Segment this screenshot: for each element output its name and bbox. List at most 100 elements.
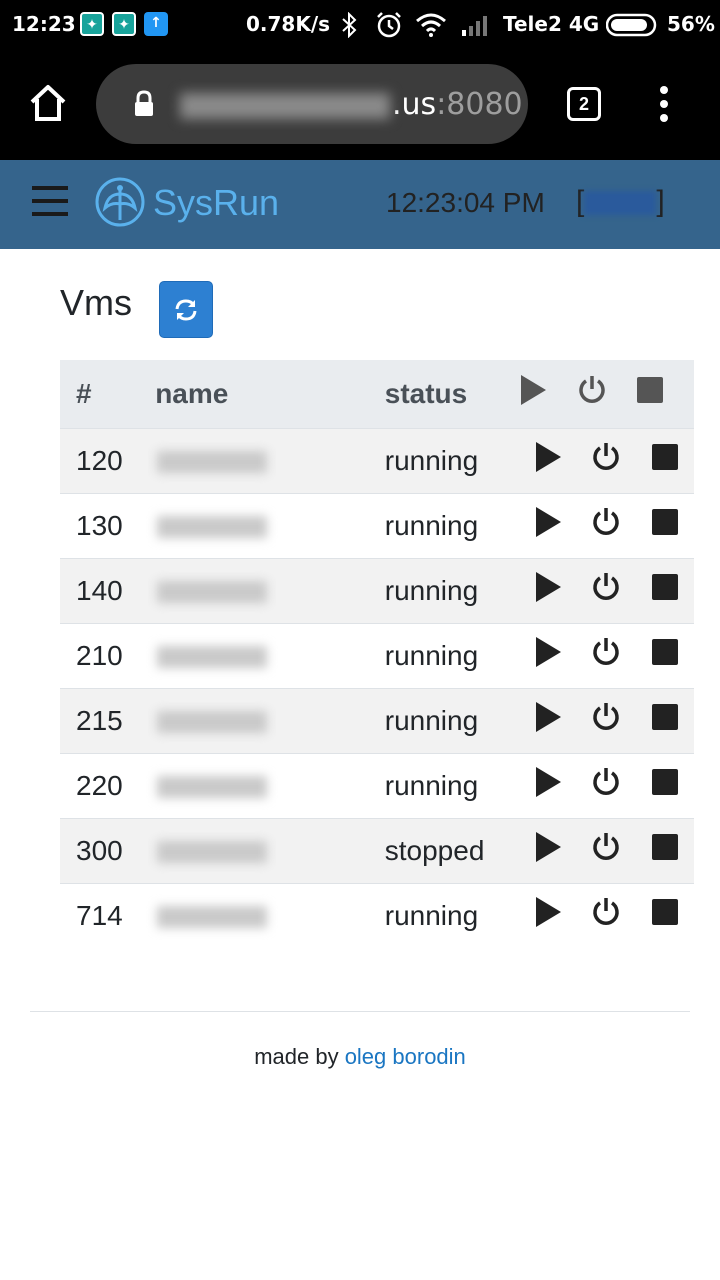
vms-table: # name status 120 running 130 running 140 run… (60, 360, 694, 948)
table-row: 140 running (60, 557, 694, 623)
status-bar: 12:23 ✦ ✦ ↑ 0.78K/s Tele2 4G 56% (0, 0, 720, 50)
play-icon (536, 702, 562, 732)
app-navbar: SysRun 12:23:04 PM [] (0, 160, 720, 249)
vm-name[interactable] (155, 817, 385, 883)
column-header-number: # (60, 360, 156, 428)
start-vm-button[interactable] (518, 687, 578, 753)
shutdown-vm-button[interactable] (577, 492, 636, 558)
power-icon (593, 703, 620, 730)
header-stop-icon (635, 360, 694, 428)
vm-name-redacted (157, 906, 268, 929)
refresh-button[interactable] (159, 281, 213, 338)
shutdown-vm-button[interactable] (577, 427, 636, 493)
home-icon[interactable] (28, 84, 68, 122)
play-icon (536, 767, 562, 797)
tab-switcher-button[interactable]: 2 (567, 87, 601, 121)
stop-icon (651, 834, 678, 860)
vm-id: 140 (60, 557, 156, 623)
vm-name[interactable] (155, 687, 385, 753)
stop-vm-button[interactable] (635, 557, 694, 623)
alarm-icon (377, 12, 401, 38)
play-icon (536, 832, 562, 862)
play-icon (536, 507, 562, 537)
signal-icon (462, 16, 487, 36)
stop-icon (651, 704, 678, 730)
stop-icon (651, 899, 678, 926)
vm-name-redacted (157, 581, 268, 604)
shutdown-vm-button[interactable] (577, 622, 636, 688)
browser-toolbar: .us:8080 2 (0, 50, 720, 160)
user-bracket-open: [ (576, 185, 585, 218)
play-icon (536, 572, 562, 602)
author-link[interactable]: oleg borodin (345, 1044, 466, 1069)
vm-name[interactable] (155, 622, 385, 688)
shutdown-vm-button[interactable] (577, 557, 636, 623)
stop-vm-button[interactable] (635, 492, 694, 558)
power-icon (593, 768, 620, 795)
vm-name-redacted (157, 646, 268, 669)
stop-vm-button[interactable] (635, 752, 694, 818)
table-row: 220 running (60, 752, 694, 818)
sysrun-logo-icon (95, 177, 145, 227)
power-icon (593, 443, 620, 470)
table-row: 120 running (60, 427, 694, 493)
vm-id: 120 (60, 427, 156, 493)
vm-name-redacted (157, 516, 268, 539)
upload-notification-icon: ↑ (144, 12, 168, 36)
url-port: :8080 (436, 87, 523, 122)
vm-status: running (384, 557, 519, 623)
power-icon (593, 638, 620, 665)
vm-name[interactable] (155, 882, 385, 948)
start-vm-button[interactable] (518, 427, 578, 493)
stop-vm-button[interactable] (635, 882, 694, 948)
wifi-icon (416, 13, 446, 37)
shutdown-vm-button[interactable] (577, 687, 636, 753)
start-vm-button[interactable] (518, 492, 578, 558)
play-icon (536, 897, 562, 928)
user-indicator[interactable]: [] (576, 185, 665, 219)
vm-id: 300 (60, 817, 156, 883)
stop-vm-button[interactable] (635, 427, 694, 493)
start-vm-button[interactable] (518, 557, 578, 623)
vm-id: 215 (60, 687, 156, 753)
stop-vm-button[interactable] (635, 817, 694, 883)
table-row: 714 running (60, 882, 694, 948)
start-vm-button[interactable] (518, 752, 578, 818)
shutdown-vm-button[interactable] (577, 817, 636, 883)
stop-icon (651, 509, 678, 535)
fitness-notification-icon: ✦ (80, 12, 104, 36)
play-icon (536, 442, 562, 472)
refresh-icon (175, 299, 197, 321)
hamburger-menu-icon[interactable] (32, 185, 68, 217)
vm-name[interactable] (155, 492, 385, 558)
browser-menu-icon[interactable] (656, 86, 672, 122)
url-text[interactable]: .us:8080 (180, 87, 523, 122)
header-power-icon (577, 360, 636, 428)
stop-vm-button[interactable] (635, 687, 694, 753)
clock: 12:23:04 PM (386, 187, 545, 218)
vm-name[interactable] (155, 557, 385, 623)
vm-name-redacted (157, 451, 268, 474)
stop-vm-button[interactable] (635, 622, 694, 688)
start-vm-button[interactable] (518, 882, 578, 948)
url-domain-suffix: .us (392, 87, 437, 122)
brand-name[interactable]: SysRun (153, 182, 279, 224)
start-vm-button[interactable] (518, 622, 578, 688)
shutdown-vm-button[interactable] (577, 882, 636, 948)
column-header-name: name (155, 360, 385, 428)
battery-percent: 56% (667, 12, 715, 36)
table-row: 210 running (60, 622, 694, 688)
vm-id: 714 (60, 882, 156, 948)
user-bracket-close: ] (656, 185, 665, 218)
vm-status: running (384, 622, 519, 688)
power-icon (593, 898, 620, 926)
network-speed: 0.78K/s (246, 12, 331, 36)
shutdown-vm-button[interactable] (577, 752, 636, 818)
table-row: 215 running (60, 687, 694, 753)
vm-name[interactable] (155, 752, 385, 818)
lock-icon (135, 90, 153, 116)
vm-name[interactable] (155, 427, 385, 493)
vm-status: stopped (384, 817, 519, 883)
vm-status: running (384, 492, 519, 558)
start-vm-button[interactable] (518, 817, 578, 883)
